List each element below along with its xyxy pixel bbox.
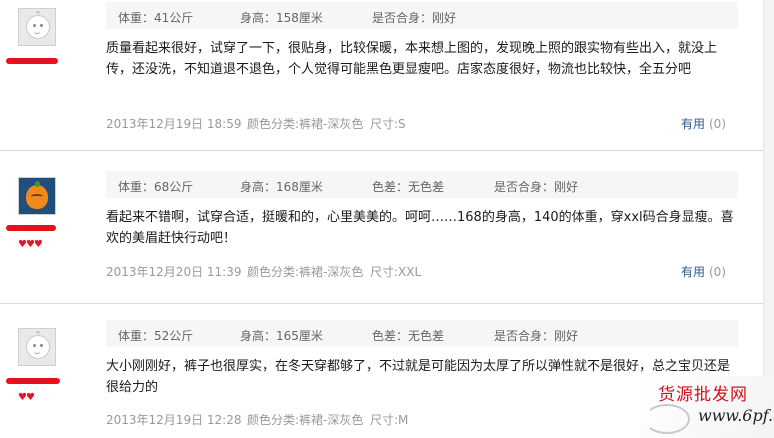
- useful-count: (0): [709, 117, 726, 131]
- buyer-level-hearts-icon: ♥♥: [18, 392, 35, 403]
- reviewer-name-redacted: [6, 378, 60, 384]
- scrollbar[interactable]: [763, 0, 774, 438]
- color-diff-info: 色差：无色差: [372, 329, 445, 343]
- orange-mascot-avatar-icon[interactable]: [18, 177, 56, 215]
- size-info: 尺寸:M: [370, 413, 409, 427]
- fit-info: 是否合身：刚好: [494, 180, 579, 194]
- color-class: 颜色分类:裤裙-深灰色: [247, 265, 364, 279]
- fit-info: 是否合身：刚好: [494, 329, 579, 343]
- buyer-level-hearts-icon: ♥♥♥: [18, 239, 43, 250]
- useful-button[interactable]: 有用 (0): [681, 263, 726, 280]
- color-diff-info: 色差：无色差: [372, 180, 445, 194]
- height-info: 身高：158厘米: [240, 11, 323, 25]
- buyer-info-bar: 体重：41公斤 身高：158厘米 是否合身：刚好: [106, 2, 738, 29]
- size-info: 尺寸:S: [370, 117, 406, 131]
- review-text: 质量看起来很好，试穿了一下，很贴身，比较保暖，本来想上图的，发现晚上照的跟实物有…: [106, 41, 718, 77]
- watermark-swirl-icon: [644, 404, 690, 434]
- color-class: 颜色分类:裤裙-深灰色: [247, 117, 364, 131]
- watermark-url: www.6pf.cn: [698, 406, 774, 425]
- review-date: 2013年12月19日 12:28: [106, 413, 242, 427]
- buyer-info-bar: 体重：68公斤 身高：168厘米 色差：无色差 是否合身：刚好: [106, 171, 738, 198]
- buyer-info-bar: 体重：52公斤 身高：165厘米 色差：无色差 是否合身：刚好: [106, 320, 738, 347]
- reviewer-name-redacted: [6, 225, 56, 231]
- default-avatar-icon[interactable]: [18, 8, 56, 46]
- weight-info: 体重：68公斤: [118, 180, 194, 194]
- weight-info: 体重：41公斤: [118, 11, 194, 25]
- height-info: 身高：168厘米: [240, 180, 323, 194]
- fit-info: 是否合身：刚好: [372, 11, 457, 25]
- review-item: 体重：41公斤 身高：158厘米 是否合身：刚好 质量看起来很好，试穿了一下，很…: [0, 0, 764, 151]
- useful-label[interactable]: 有用: [681, 117, 705, 131]
- height-info: 身高：165厘米: [240, 329, 323, 343]
- site-watermark: 货源批发网 www.6pf.cn: [640, 376, 774, 438]
- watermark-brand: 货源批发网: [658, 385, 748, 405]
- review-item: ♥♥♥ 体重：68公斤 身高：168厘米 色差：无色差 是否合身：刚好 看起来不…: [0, 153, 764, 304]
- size-info: 尺寸:XXL: [370, 265, 422, 279]
- reviewer-name-redacted: [6, 58, 58, 64]
- review-date: 2013年12月20日 11:39: [106, 265, 242, 279]
- color-class: 颜色分类:裤裙-深灰色: [247, 413, 364, 427]
- useful-count: (0): [709, 265, 726, 279]
- useful-button[interactable]: 有用 (0): [681, 115, 726, 132]
- default-avatar-icon[interactable]: [18, 328, 56, 366]
- weight-info: 体重：52公斤: [118, 329, 194, 343]
- review-text: 看起来不错啊，试穿合适，挺暖和的，心里美美的。呵呵……168的身高，140的体重…: [106, 210, 734, 246]
- useful-label[interactable]: 有用: [681, 265, 705, 279]
- review-date: 2013年12月19日 18:59: [106, 117, 242, 131]
